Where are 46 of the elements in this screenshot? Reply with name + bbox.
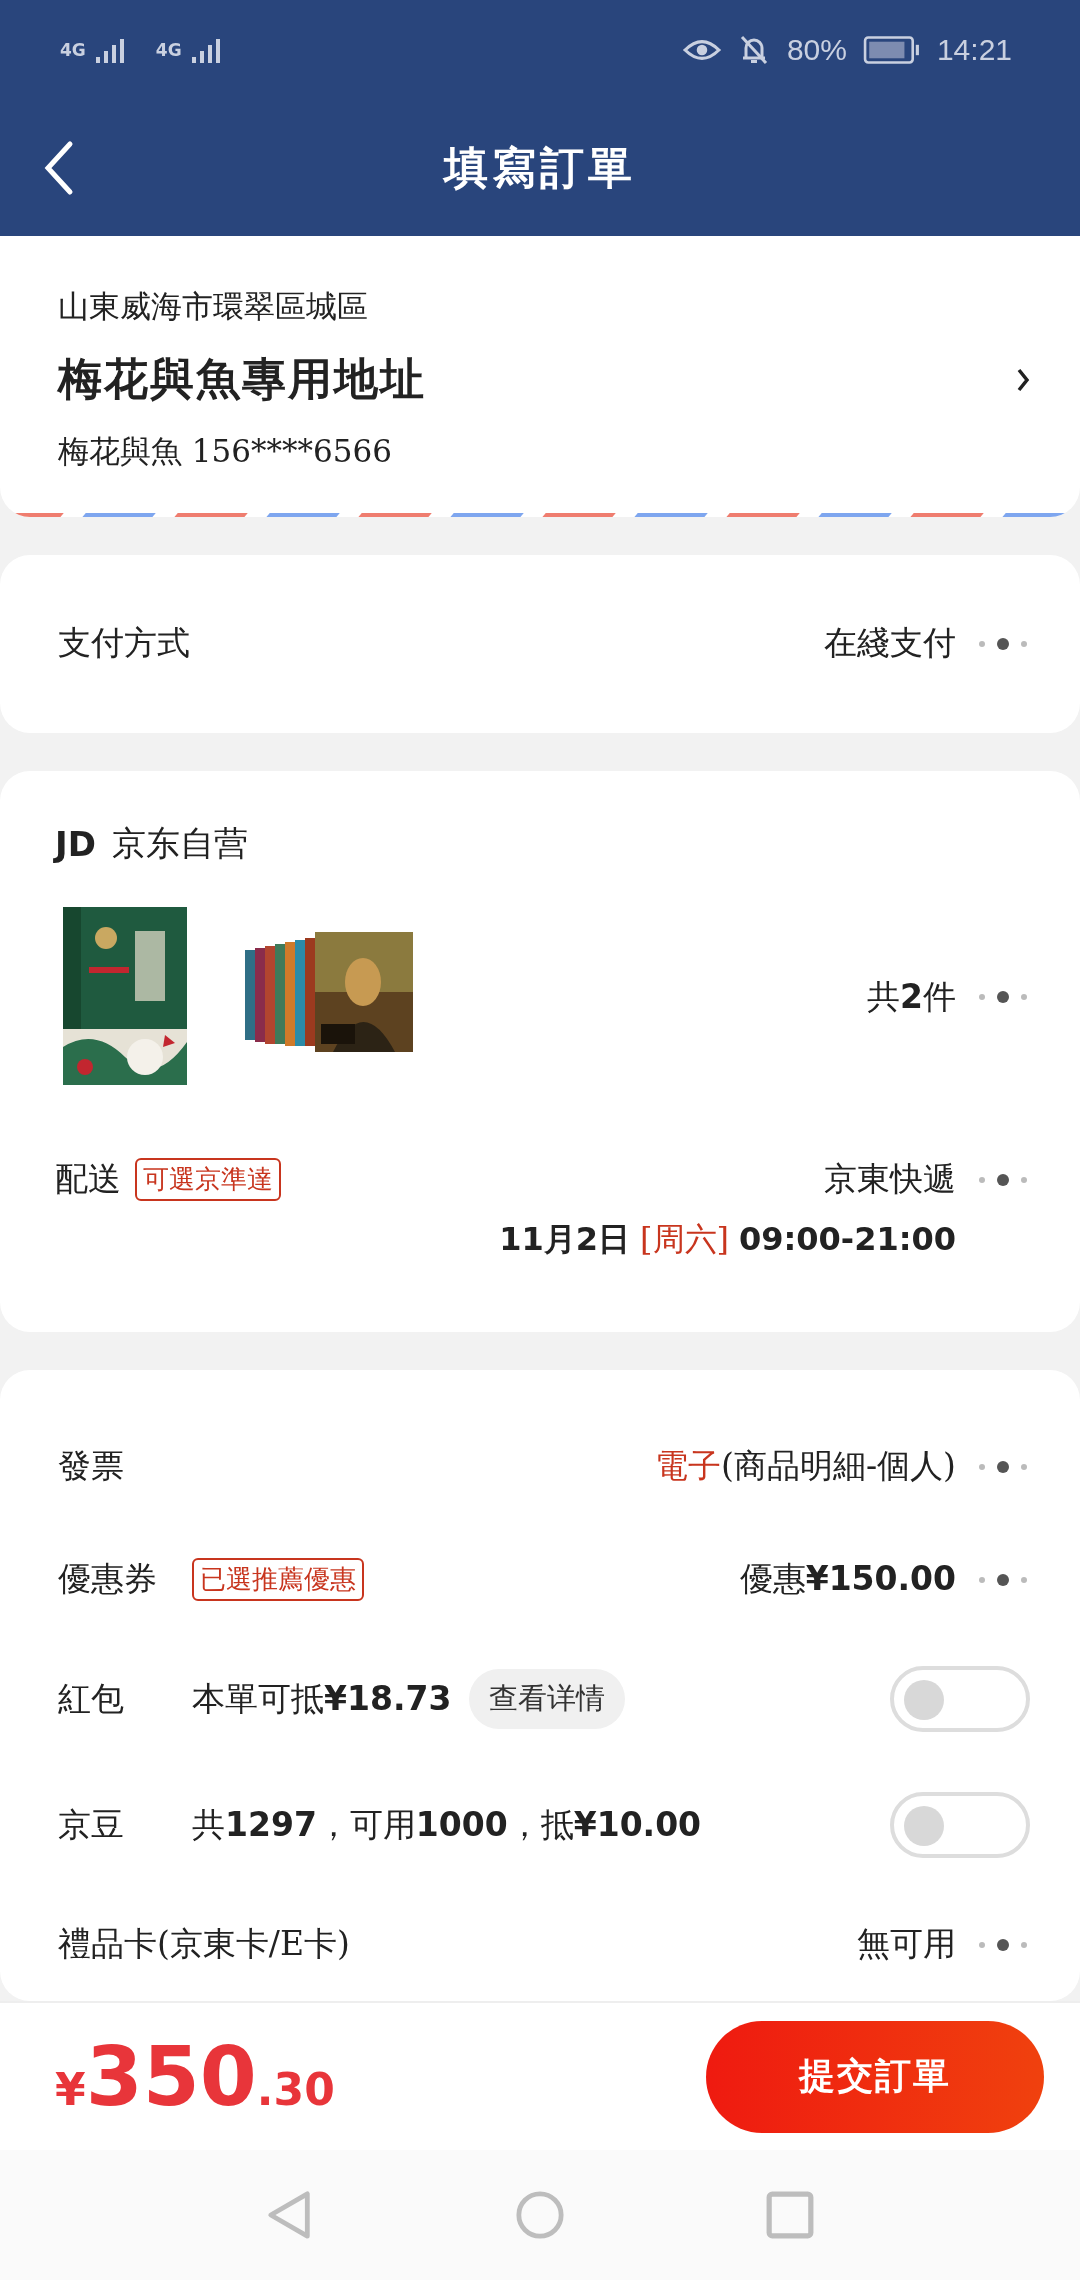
more-icon[interactable]: [976, 1572, 1030, 1587]
details-button[interactable]: 查看详情: [469, 1669, 626, 1729]
chevron-right-icon: [1016, 366, 1030, 393]
submit-button[interactable]: 提交訂單: [706, 2020, 1044, 2133]
more-icon[interactable]: [976, 1459, 1030, 1474]
more-icon[interactable]: [976, 1172, 1030, 1187]
shop-logo: JD: [55, 824, 96, 864]
option-value[interactable]: (商品明細-個人): [721, 1444, 956, 1489]
delivery-method[interactable]: 京東快遞: [824, 1157, 956, 1202]
clock: 14:21: [936, 33, 1012, 67]
address-region: 山東威海市環翠區城區: [58, 287, 369, 326]
option-detail: 本單可抵¥18.73: [192, 1677, 452, 1720]
delivery-date: 11月2日: [499, 1219, 631, 1260]
total-amount: 350: [85, 2029, 257, 2124]
option-label: 優惠券: [58, 1558, 158, 1600]
delivery-weekday: [周六]: [640, 1219, 729, 1260]
delivery-label: 配送: [55, 1158, 121, 1200]
option-tag: 已選推薦優惠: [192, 1558, 364, 1601]
address-contact: 梅花與魚 156****6566: [58, 432, 393, 471]
network-label: 4G: [60, 40, 86, 60]
network-label: 4G: [155, 40, 182, 60]
more-icon[interactable]: [976, 636, 1030, 651]
address-title: 梅花與魚專用地址: [58, 352, 426, 406]
delivery-tag: 可選京準達: [135, 1158, 281, 1201]
battery-percent: 80%: [786, 33, 847, 67]
item-count[interactable]: 共2件: [867, 974, 956, 1020]
option-label: 禮品卡(京東卡/E卡): [58, 1923, 350, 1965]
payment-value[interactable]: 在綫支付: [824, 621, 956, 667]
option-value[interactable]: 優惠¥150.00: [739, 1557, 956, 1602]
battery-icon: [862, 35, 921, 65]
address-card[interactable]: 山東威海市環翠區城區 梅花與魚專用地址 梅花與魚 156****6566: [0, 236, 1080, 517]
payment-label: 支付方式: [58, 622, 190, 665]
option-detail: 共1297，可用1000，抵¥10.00: [192, 1803, 702, 1846]
option-label: 京豆: [58, 1803, 125, 1846]
total-decimals: .30: [256, 2064, 335, 2115]
option-value-highlight[interactable]: 電子: [655, 1444, 722, 1489]
back-icon[interactable]: [44, 140, 74, 196]
more-icon[interactable]: [976, 1937, 1030, 1952]
more-icon[interactable]: [976, 990, 1030, 1004]
option-value[interactable]: 無可用: [857, 1922, 956, 1967]
option-label: 發票: [58, 1445, 125, 1487]
currency-symbol: ¥: [55, 2064, 86, 2115]
page-title: 填寫訂單: [444, 140, 636, 195]
shop-name: 京东自营: [111, 822, 248, 865]
delivery-time: 09:00-21:00: [739, 1220, 956, 1258]
option-label: 紅包: [58, 1677, 125, 1720]
